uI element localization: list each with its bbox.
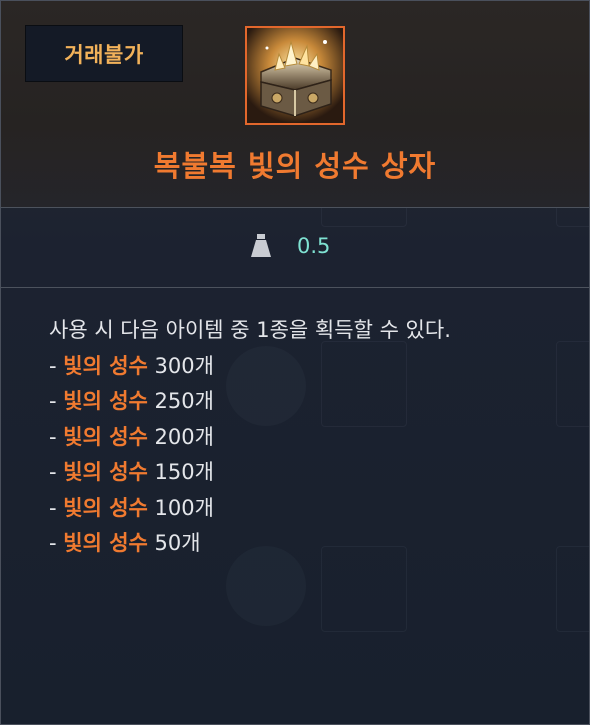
reward-amount: 100개 (147, 495, 214, 520)
reward-prefix: - (49, 531, 64, 555)
weight-row: 0.5 (1, 208, 589, 286)
tooltip-header: 거래불가 복불복 빛의 성수 상자 (1, 1, 589, 207)
reward-line: - 빛의 성수 150개 (49, 455, 569, 491)
reward-prefix: - (49, 460, 64, 484)
reward-line: - 빛의 성수 250개 (49, 384, 569, 420)
item-tooltip: 거래불가 복불복 빛의 성수 상자 0.5 사용 시 다음 아이템 중 1종을 … (0, 0, 590, 725)
item-name: 복불복 빛의 성수 상자 (153, 149, 437, 183)
reward-line: - 빛의 성수 200개 (49, 420, 569, 456)
reward-name: 빛의 성수 (63, 460, 148, 484)
reward-line: - 빛의 성수 100개 (49, 491, 569, 527)
reward-name: 빛의 성수 (63, 531, 148, 555)
reward-amount: 250개 (147, 389, 214, 413)
reward-name: 빛의 성수 (63, 424, 148, 449)
weight-value: 0.5 (297, 234, 331, 258)
description-text: 사용 시 다음 아이템 중 1종을 획득할 수 있다. (49, 318, 451, 342)
reward-amount: 300개 (147, 353, 214, 378)
reward-prefix: - (49, 389, 64, 413)
reward-name: 빛의 성수 (63, 353, 148, 378)
reward-name: 빛의 성수 (63, 495, 148, 520)
reward-prefix: - (49, 495, 64, 520)
reward-amount: 50개 (147, 531, 201, 555)
reward-prefix: - (49, 353, 64, 378)
treasure-chest-icon (245, 26, 345, 125)
divider (1, 287, 589, 288)
untradable-badge: 거래불가 (25, 25, 183, 82)
reward-amount: 150개 (147, 460, 214, 484)
reward-name: 빛의 성수 (63, 389, 148, 413)
item-description: 사용 시 다음 아이템 중 1종을 획득할 수 있다. - 빛의 성수 300개… (49, 313, 569, 562)
reward-amount: 200개 (147, 424, 214, 449)
reward-line: - 빛의 성수 50개 (49, 526, 569, 562)
reward-line: - 빛의 성수 300개 (49, 349, 569, 385)
weight-icon (250, 233, 272, 259)
reward-prefix: - (49, 424, 64, 449)
